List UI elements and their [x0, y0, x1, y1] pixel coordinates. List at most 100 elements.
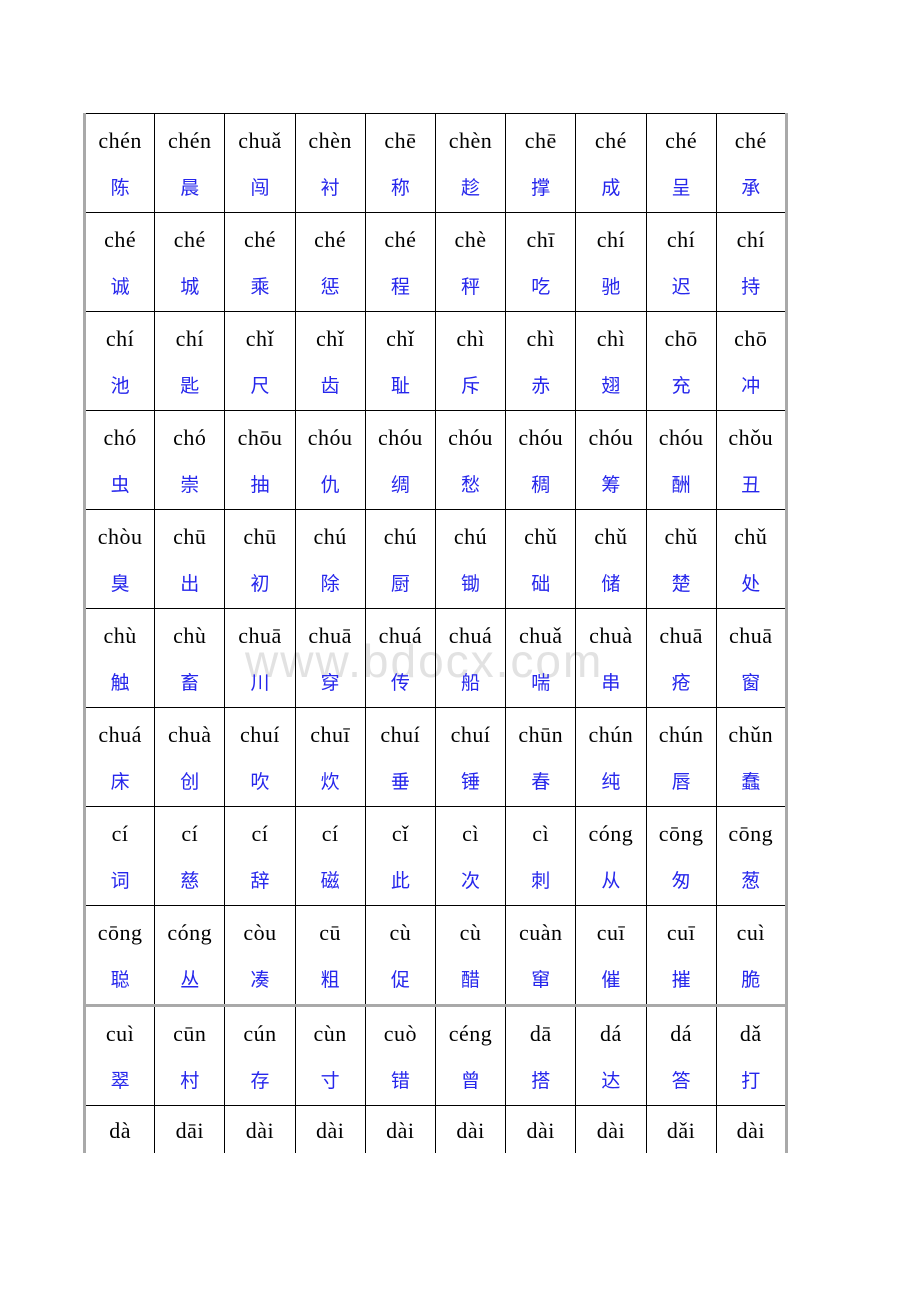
character-cell[interactable]: chó 崇: [154, 410, 226, 510]
character-cell[interactable]: chú 锄: [434, 509, 507, 609]
character-cell[interactable]: cuàn 窜: [505, 905, 577, 1006]
character-cell[interactable]: cí 磁: [294, 806, 366, 906]
character-cell[interactable]: chóu 筹: [575, 410, 647, 510]
character-cell[interactable]: chuī 炊: [294, 707, 366, 807]
character-cell[interactable]: chuá 船: [434, 608, 507, 708]
character-cell[interactable]: dá 达: [575, 1004, 647, 1106]
character-cell[interactable]: dā 搭: [505, 1004, 577, 1106]
character-cell[interactable]: ché 乘: [224, 212, 296, 312]
character-cell[interactable]: chuā 疮: [645, 608, 717, 708]
character-cell[interactable]: chè 秤: [434, 212, 507, 312]
character-cell[interactable]: chē 撑: [505, 113, 577, 213]
character-cell[interactable]: cū 粗: [294, 905, 366, 1006]
character-cell[interactable]: chū 初: [224, 509, 296, 609]
character-cell[interactable]: chòu 臭: [82, 509, 156, 609]
character-cell[interactable]: ché 程: [364, 212, 436, 312]
character-cell[interactable]: chuà 串: [575, 608, 647, 708]
character-cell[interactable]: cù 醋: [434, 905, 507, 1006]
character-cell[interactable]: chó 虫: [82, 410, 156, 510]
character-cell[interactable]: cí 辞: [224, 806, 296, 906]
character-cell[interactable]: chú 除: [294, 509, 366, 609]
character-cell[interactable]: chì 赤: [505, 311, 577, 411]
character-cell[interactable]: cì 次: [434, 806, 507, 906]
character-cell[interactable]: chì 翅: [575, 311, 647, 411]
character-cell[interactable]: chǔ 处: [715, 509, 788, 609]
character-cell[interactable]: chō 冲: [715, 311, 788, 411]
character-cell[interactable]: cuī 摧: [645, 905, 717, 1006]
character-cell[interactable]: dài: [224, 1105, 296, 1153]
character-cell[interactable]: chí 驰: [575, 212, 647, 312]
character-cell[interactable]: chū 出: [154, 509, 226, 609]
character-cell[interactable]: chóu 愁: [434, 410, 507, 510]
character-cell[interactable]: chō 充: [645, 311, 717, 411]
character-cell[interactable]: dá 答: [645, 1004, 717, 1106]
character-cell[interactable]: cì 刺: [505, 806, 577, 906]
character-cell[interactable]: chún 唇: [645, 707, 717, 807]
character-cell[interactable]: dài: [505, 1105, 577, 1153]
character-cell[interactable]: ché 诚: [82, 212, 156, 312]
character-cell[interactable]: dài: [434, 1105, 507, 1153]
character-cell[interactable]: chèn 趁: [434, 113, 507, 213]
character-cell[interactable]: dài: [364, 1105, 436, 1153]
character-cell[interactable]: chì 斥: [434, 311, 507, 411]
character-cell[interactable]: cuī 催: [575, 905, 647, 1006]
character-cell[interactable]: còu 凑: [224, 905, 296, 1006]
character-cell[interactable]: chǔ 储: [575, 509, 647, 609]
character-cell[interactable]: chóu 仇: [294, 410, 366, 510]
character-cell[interactable]: dāi: [154, 1105, 226, 1153]
character-cell[interactable]: cōng 匆: [645, 806, 717, 906]
character-cell[interactable]: chóu 稠: [505, 410, 577, 510]
character-cell[interactable]: cūn 村: [154, 1004, 226, 1106]
character-cell[interactable]: chèn 衬: [294, 113, 366, 213]
character-cell[interactable]: chuá 传: [364, 608, 436, 708]
character-cell[interactable]: céng 曾: [434, 1004, 507, 1106]
character-cell[interactable]: chuí 吹: [224, 707, 296, 807]
character-cell[interactable]: chí 持: [715, 212, 788, 312]
character-cell[interactable]: cuì 脆: [715, 905, 788, 1006]
character-cell[interactable]: chù 触: [82, 608, 156, 708]
character-cell[interactable]: chí 池: [82, 311, 156, 411]
character-cell[interactable]: chōu 抽: [224, 410, 296, 510]
character-cell[interactable]: chóu 绸: [364, 410, 436, 510]
character-cell[interactable]: chǒu 丑: [715, 410, 788, 510]
character-cell[interactable]: dà: [82, 1105, 156, 1153]
character-cell[interactable]: chī 吃: [505, 212, 577, 312]
character-cell[interactable]: ché 承: [715, 113, 788, 213]
character-cell[interactable]: chǐ 尺: [224, 311, 296, 411]
character-cell[interactable]: cǐ 此: [364, 806, 436, 906]
character-cell[interactable]: chuā 穿: [294, 608, 366, 708]
character-cell[interactable]: chù 畜: [154, 608, 226, 708]
character-cell[interactable]: chǐ 耻: [364, 311, 436, 411]
character-cell[interactable]: cí 词: [82, 806, 156, 906]
character-cell[interactable]: cóng 丛: [154, 905, 226, 1006]
character-cell[interactable]: dài: [715, 1105, 788, 1153]
character-cell[interactable]: cuì 翠: [82, 1004, 156, 1106]
character-cell[interactable]: cóng 从: [575, 806, 647, 906]
character-cell[interactable]: chuá 床: [82, 707, 156, 807]
character-cell[interactable]: cùn 寸: [294, 1004, 366, 1106]
character-cell[interactable]: chóu 酬: [645, 410, 717, 510]
character-cell[interactable]: chǔ 楚: [645, 509, 717, 609]
character-cell[interactable]: dài: [575, 1105, 647, 1153]
character-cell[interactable]: chē 称: [364, 113, 436, 213]
character-cell[interactable]: chuà 创: [154, 707, 226, 807]
character-cell[interactable]: chén 陈: [82, 113, 156, 213]
character-cell[interactable]: chǐ 齿: [294, 311, 366, 411]
character-cell[interactable]: chí 匙: [154, 311, 226, 411]
character-cell[interactable]: cōng 葱: [715, 806, 788, 906]
character-cell[interactable]: chuí 垂: [364, 707, 436, 807]
character-cell[interactable]: cí 慈: [154, 806, 226, 906]
character-cell[interactable]: cuò 错: [364, 1004, 436, 1106]
character-cell[interactable]: chuā 窗: [715, 608, 788, 708]
character-cell[interactable]: chǔ 础: [505, 509, 577, 609]
character-cell[interactable]: chún 纯: [575, 707, 647, 807]
character-cell[interactable]: chuǎ 闯: [224, 113, 296, 213]
character-cell[interactable]: ché 成: [575, 113, 647, 213]
character-cell[interactable]: chuā 川: [224, 608, 296, 708]
character-cell[interactable]: dǎi: [645, 1105, 717, 1153]
character-cell[interactable]: dài: [294, 1105, 366, 1153]
character-cell[interactable]: chǔn 蠢: [715, 707, 788, 807]
character-cell[interactable]: chuí 锤: [434, 707, 507, 807]
character-cell[interactable]: cún 存: [224, 1004, 296, 1106]
character-cell[interactable]: ché 呈: [645, 113, 717, 213]
